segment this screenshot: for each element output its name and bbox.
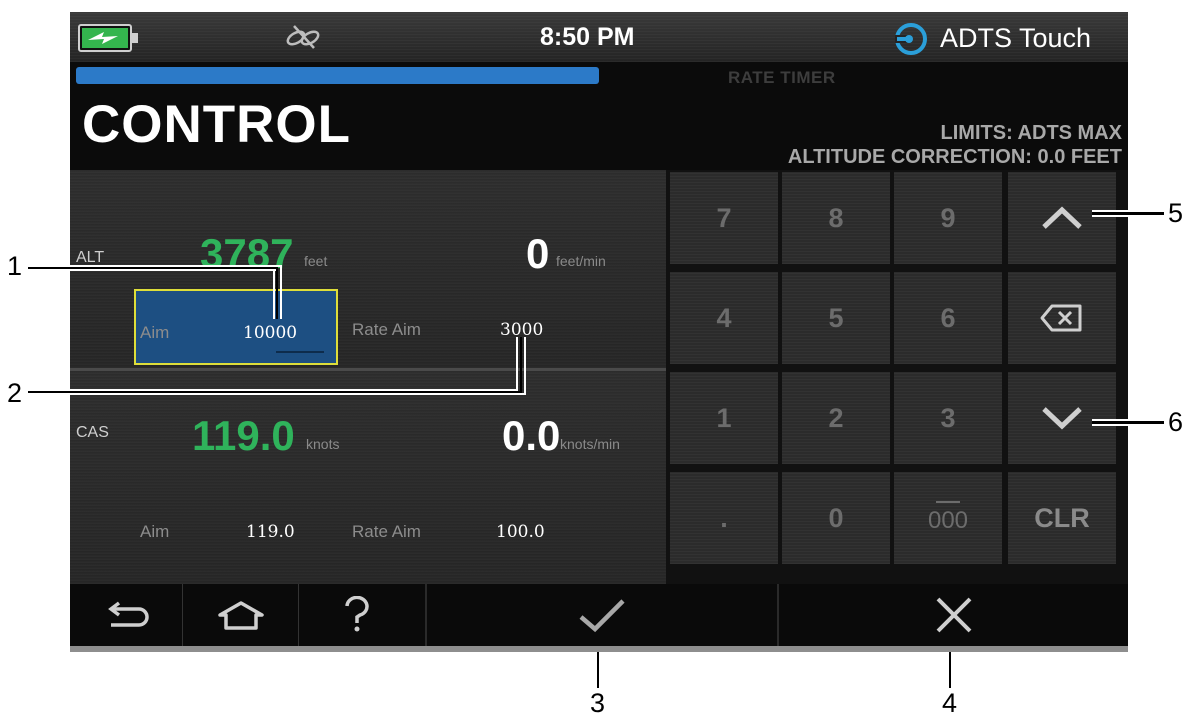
alt-aim-value[interactable]: 10000 — [243, 323, 297, 343]
app-brand-name: ADTS Touch — [940, 23, 1092, 53]
limits-status: LIMITS: ADTS MAX — [940, 122, 1122, 144]
callout-1-leader-vertical — [276, 267, 278, 319]
callout-1-leader-inner — [70, 269, 276, 271]
back-icon — [108, 601, 149, 627]
negate-bar — [936, 501, 960, 503]
backspace-icon — [1040, 304, 1082, 332]
rate-timer-label: RATE TIMER — [728, 68, 836, 87]
callout-1-number: 1 — [7, 251, 23, 281]
up-button[interactable] — [1008, 172, 1116, 264]
battery-charging-icon — [78, 24, 140, 57]
key-2[interactable]: 2 — [782, 372, 890, 464]
link-off-icon — [282, 24, 326, 55]
cas-rate-unit: knots/min — [560, 436, 620, 452]
cas-panel[interactable] — [70, 371, 666, 584]
altitude-correction-status: ALTITUDE CORRECTION: 0.0 FEET — [787, 146, 1122, 168]
callout-3-number: 3 — [590, 688, 606, 718]
key-3[interactable]: 3 — [894, 372, 1002, 464]
callout-4-leader — [949, 652, 951, 688]
chevron-down-icon — [1042, 407, 1082, 430]
bottom-nav-bar — [70, 584, 1128, 646]
callout-5-leader — [1092, 212, 1164, 215]
key-6[interactable]: 6 — [894, 272, 1002, 364]
key-decimal[interactable]: . — [670, 472, 778, 564]
backspace-button[interactable] — [1008, 272, 1116, 364]
help-button[interactable] — [299, 584, 414, 646]
keypad: 7 8 9 4 5 6 1 2 3 . 0 000 CLR — [666, 170, 1128, 584]
key-0[interactable]: 0 — [782, 472, 890, 564]
callout-1-leader-inner — [70, 265, 280, 267]
alt-aim-field-underline — [276, 351, 324, 353]
callout-1-leader-vertical-inner — [273, 270, 275, 319]
alt-aim-label: Aim — [140, 323, 170, 342]
key-5[interactable]: 5 — [782, 272, 890, 364]
cas-rate-aim-label: Rate Aim — [352, 522, 421, 541]
home-icon — [217, 601, 264, 630]
key-4[interactable]: 4 — [670, 272, 778, 364]
chevron-up-icon — [1042, 206, 1082, 229]
cas-aim-label: Aim — [140, 522, 170, 541]
alt-rate-unit: feet/min — [556, 253, 606, 269]
status-bar: 8:50 PM ADTS Touch — [70, 12, 1128, 62]
mode-header: RATE TIMER CONTROL LIMITS: ADTS MAX ALTI… — [70, 62, 1128, 170]
clock-time: 8:50 PM — [540, 23, 635, 51]
home-button[interactable] — [183, 584, 298, 646]
cas-unit: knots — [306, 436, 340, 452]
alt-rate-value: 0 — [526, 230, 550, 277]
callout-6-leader — [1092, 421, 1164, 424]
callout-2-leader-vertical-inner — [524, 337, 526, 395]
help-icon — [344, 596, 369, 632]
cancel-button[interactable] — [779, 584, 1128, 646]
callout-5-leader-inner — [1092, 215, 1128, 217]
callout-2-number: 2 — [7, 378, 23, 408]
confirm-check-icon — [579, 599, 625, 633]
back-button[interactable] — [70, 584, 182, 646]
callout-4-number: 4 — [942, 688, 958, 718]
key-1[interactable]: 1 — [670, 372, 778, 464]
cas-aim-value[interactable]: 119.0 — [246, 522, 295, 542]
cas-rate-aim-value[interactable]: 100.0 — [496, 522, 545, 542]
alt-unit: feet — [304, 253, 328, 269]
key-9[interactable]: 9 — [894, 172, 1002, 264]
callout-2-leader-vertical — [520, 337, 522, 393]
down-button[interactable] — [1008, 372, 1116, 464]
callout-6-number: 6 — [1168, 407, 1184, 437]
screen-bottom-edge — [70, 646, 1128, 652]
callout-2-leader-vertical-inner — [516, 337, 518, 390]
confirm-button[interactable] — [427, 584, 777, 646]
druck-logo-icon — [893, 21, 929, 62]
alt-rate-aim-label: Rate Aim — [352, 320, 421, 339]
key-negate[interactable]: 000 — [894, 472, 1002, 564]
key-negate-label: 000 — [927, 507, 969, 534]
callout-3-leader — [597, 652, 599, 688]
key-clear[interactable]: CLR — [1008, 472, 1116, 564]
cas-label: CAS — [76, 424, 109, 441]
device-screen: 8:50 PM ADTS Touch RATE TIMER CONTROL LI… — [70, 12, 1128, 652]
page-title: CONTROL — [82, 95, 352, 154]
callout-2-leader-inner — [70, 393, 526, 395]
cancel-x-icon — [936, 597, 971, 633]
callout-6-leader-inner — [1092, 424, 1128, 426]
cas-rate-value: 0.0 — [502, 412, 561, 459]
key-7[interactable]: 7 — [670, 172, 778, 264]
rate-timer-progress-bar — [76, 67, 599, 84]
key-8[interactable]: 8 — [782, 172, 890, 264]
callout-5-number: 5 — [1168, 198, 1184, 228]
cas-value: 119.0 — [192, 412, 295, 459]
callout-2-leader-inner — [70, 389, 518, 391]
callout-1-leader-vertical-inner — [280, 265, 282, 319]
